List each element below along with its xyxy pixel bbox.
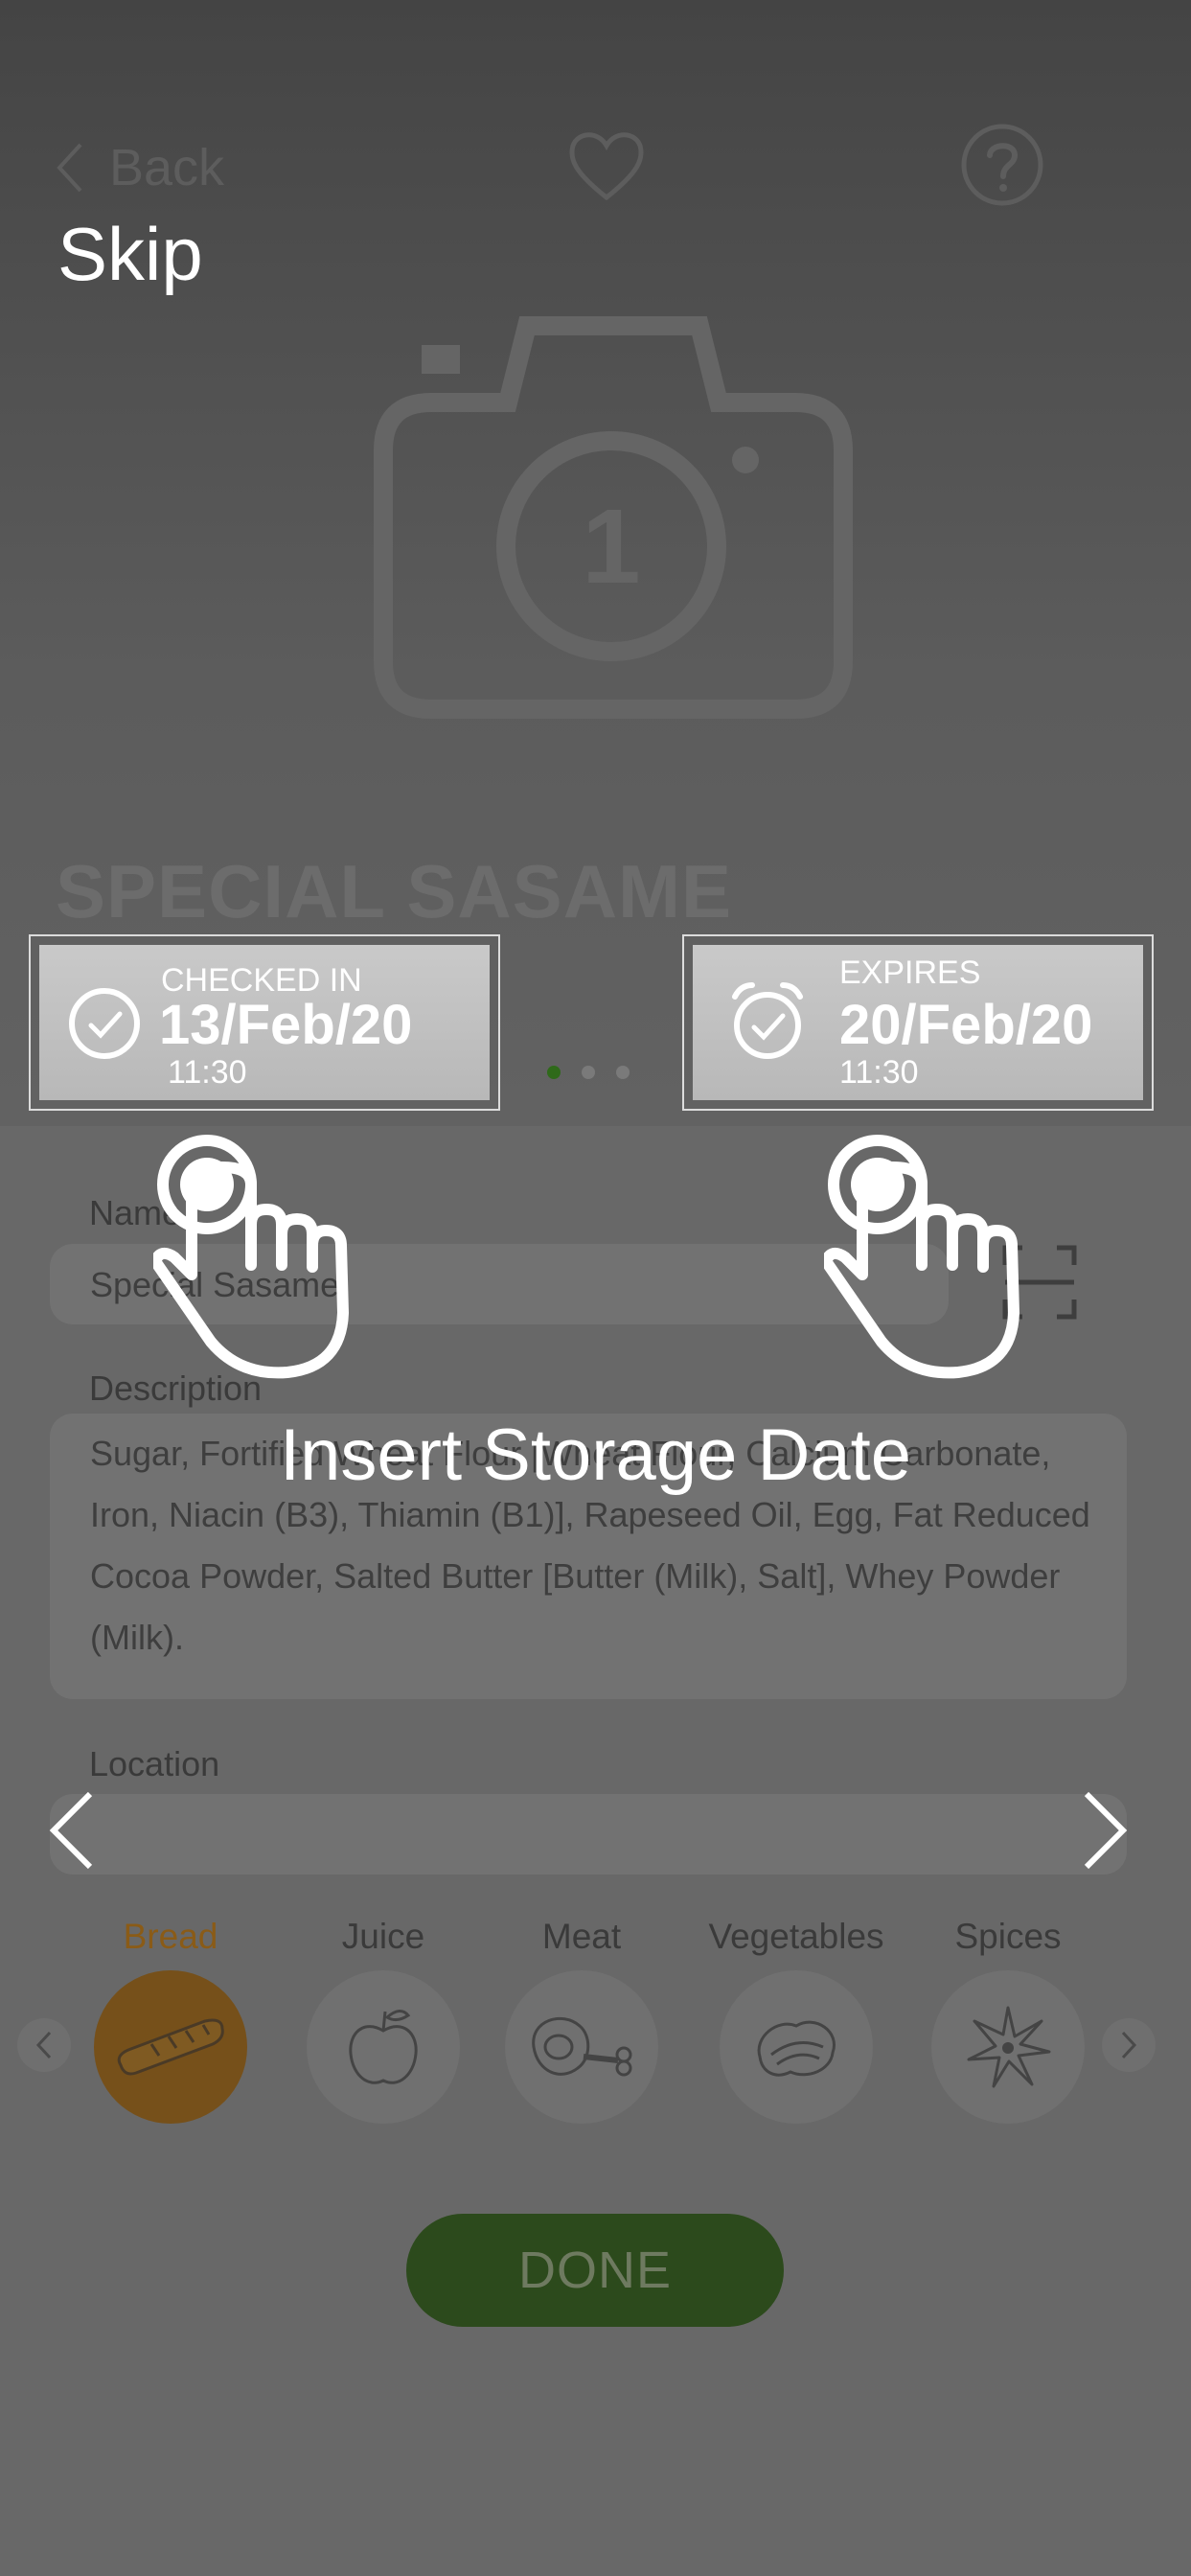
back-button[interactable]: Back	[56, 134, 224, 201]
checked-in-time: 11:30	[168, 1054, 247, 1091]
category-label-juice: Juice	[341, 1917, 425, 1956]
expires-date: 20/Feb/20	[839, 994, 1093, 1056]
checked-in-card[interactable]: CHECKED IN 13/Feb/20 11:30	[29, 934, 500, 1111]
tutorial-next-button[interactable]	[1081, 1790, 1129, 1871]
chevron-left-icon	[35, 2031, 52, 2059]
category-label-vegetables: Vegetables	[708, 1917, 884, 1956]
camera-icon[interactable]: 1	[374, 316, 853, 719]
clock-icon	[69, 988, 140, 1059]
tap-hand-icon	[824, 1135, 1019, 1379]
photo-pager[interactable]	[547, 1066, 630, 1079]
category-spices[interactable]	[931, 1970, 1085, 2124]
pager-dot[interactable]	[582, 1066, 595, 1079]
bread-icon	[117, 2018, 224, 2076]
category-vegetables[interactable]	[720, 1970, 873, 2124]
category-next-button[interactable]	[1102, 2018, 1156, 2072]
done-button[interactable]: DONE	[406, 2214, 784, 2327]
star-anise-icon	[967, 2006, 1051, 2088]
category-juice[interactable]	[307, 1970, 460, 2124]
photo-index: 1	[582, 488, 640, 606]
category-label-meat: Meat	[541, 1917, 622, 1956]
heart-icon[interactable]	[565, 126, 648, 203]
checked-in-date: 13/Feb/20	[159, 994, 413, 1056]
category-label-spices: Spices	[954, 1917, 1062, 1956]
apple-icon	[349, 2010, 418, 2084]
description-line: (Milk).	[90, 1618, 184, 1657]
chevron-right-icon	[1121, 2031, 1137, 2059]
skip-button[interactable]: Skip	[57, 211, 203, 298]
tap-hand-icon	[153, 1135, 349, 1379]
chevron-left-icon	[57, 143, 82, 193]
expires-time: 11:30	[839, 1054, 919, 1091]
category-label-bread: Bread	[123, 1917, 218, 1956]
question-icon[interactable]	[960, 123, 1044, 207]
pager-dot[interactable]	[616, 1066, 630, 1079]
expires-card[interactable]: EXPIRES 20/Feb/20 11:30	[682, 934, 1154, 1111]
category-bread[interactable]	[94, 1970, 247, 2124]
product-title: SPECIAL SASAME	[56, 849, 733, 933]
category-prev-button[interactable]	[17, 2018, 71, 2072]
location-label: Location	[89, 1744, 220, 1783]
alarm-clock-icon	[732, 982, 803, 1059]
back-label: Back	[109, 139, 225, 196]
tutorial-headline: Insert Storage Date	[279, 1414, 912, 1496]
expires-label: EXPIRES	[839, 954, 981, 991]
meat-icon	[532, 2016, 632, 2077]
description-line: Cocoa Powder, Salted Butter [Butter (Mil…	[90, 1556, 1061, 1596]
pager-dot[interactable]	[547, 1066, 561, 1079]
category-meat[interactable]	[505, 1970, 658, 2124]
vegetables-icon	[757, 2020, 836, 2077]
location-field[interactable]	[50, 1794, 1127, 1874]
tutorial-prev-button[interactable]	[48, 1790, 96, 1871]
